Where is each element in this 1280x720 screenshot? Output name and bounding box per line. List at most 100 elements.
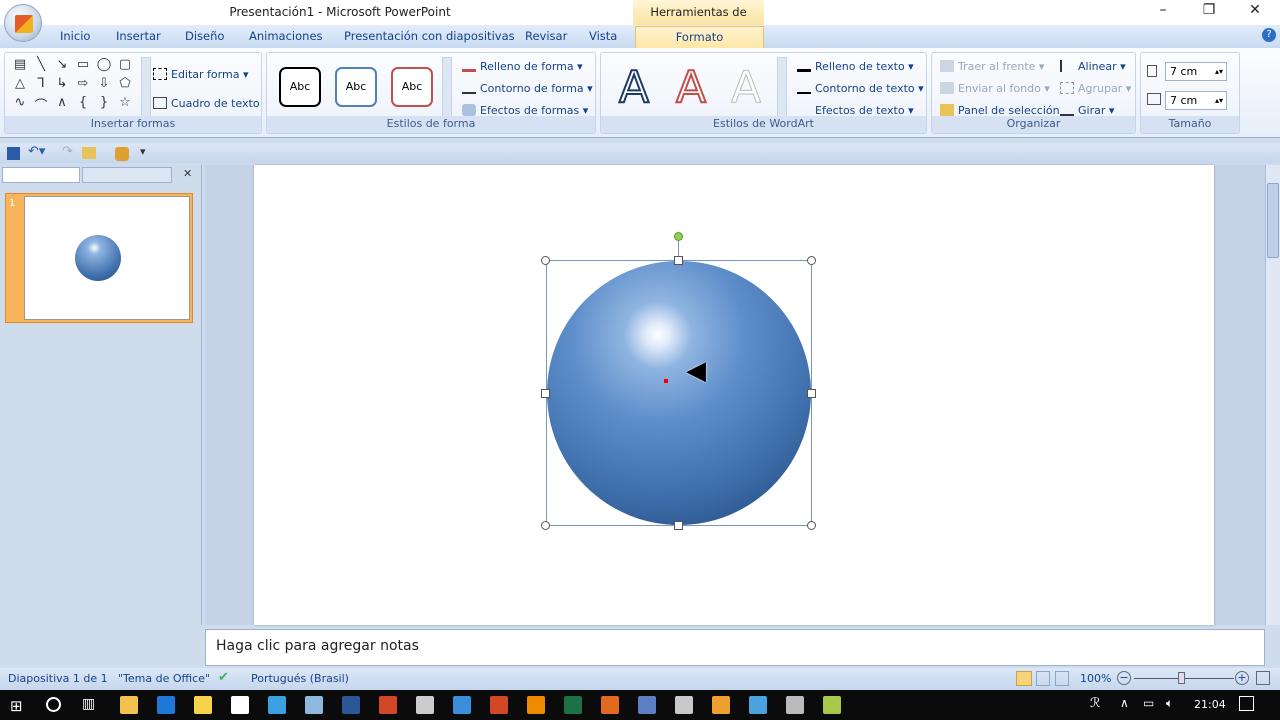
tray-chevron-icon[interactable]: ∧	[1120, 696, 1129, 710]
clock[interactable]: 21:04	[1194, 698, 1226, 711]
shape-option[interactable]: ▢	[115, 57, 135, 75]
slide-thumbnail[interactable]: 1	[5, 193, 193, 323]
windows-start-icon[interactable]: ⊞	[10, 697, 23, 715]
maximize-button[interactable]: ❐	[1186, 2, 1232, 22]
fit-window-icon[interactable]	[1256, 671, 1270, 685]
resize-handle[interactable]	[807, 389, 816, 398]
taskbar-powerpoint-icon[interactable]	[490, 696, 508, 714]
taskbar-office-icon[interactable]	[379, 696, 397, 714]
language[interactable]: Portugués (Brasil)	[251, 672, 349, 685]
close-button[interactable]: ✕	[1232, 2, 1278, 22]
shape-option[interactable]: ⅂	[31, 76, 51, 94]
zoom-in-button[interactable]: +	[1235, 671, 1249, 685]
shape-style-blue[interactable]: Abc	[335, 67, 377, 107]
new-slide-icon[interactable]	[82, 147, 96, 159]
taskbar-vlc-icon[interactable]	[527, 696, 545, 714]
redo-icon[interactable]: ↷	[62, 144, 73, 159]
cortana-icon[interactable]	[46, 697, 61, 712]
taskbar-word-icon[interactable]	[342, 696, 360, 714]
tab-revisar[interactable]: Revisar	[525, 29, 567, 43]
taskbar-app7-icon[interactable]	[823, 696, 841, 714]
shape-option[interactable]: ∧	[52, 95, 72, 117]
zoom-slider-thumb[interactable]	[1178, 672, 1185, 684]
shape-option[interactable]: ☆	[115, 95, 135, 117]
shape-option[interactable]: ⌒	[31, 95, 51, 117]
taskbar-word2-icon[interactable]	[638, 696, 656, 714]
shape-option[interactable]: ◯	[94, 57, 114, 75]
gallery-scroll[interactable]	[777, 57, 787, 117]
rotation-handle[interactable]	[674, 232, 683, 241]
taskbar-app3-icon[interactable]	[675, 696, 693, 714]
alinear-button[interactable]: Alinear ▾	[1060, 60, 1126, 73]
taskbar-app4-icon[interactable]	[712, 696, 730, 714]
gallery-scroll[interactable]	[442, 57, 452, 117]
relleno-texto-button[interactable]: Relleno de texto ▾	[797, 60, 914, 73]
vertical-scrollbar[interactable]	[1265, 165, 1280, 625]
resize-handle[interactable]	[807, 256, 816, 265]
zoom-out-button[interactable]: −	[1117, 671, 1131, 685]
resize-handle[interactable]	[807, 521, 816, 530]
contorno-forma-button[interactable]: Contorno de forma ▾	[462, 82, 593, 95]
tab-presentacion[interactable]: Presentación con diapositivas	[344, 29, 515, 43]
taskbar-notepad-icon[interactable]	[305, 696, 323, 714]
taskbar-tool-icon[interactable]	[416, 696, 434, 714]
scroll-thumb[interactable]	[1267, 183, 1279, 258]
wordart-style-red[interactable]: A	[664, 64, 718, 112]
office-button[interactable]	[4, 4, 42, 42]
shape-option[interactable]: ▤	[10, 57, 30, 75]
tab-inicio[interactable]: Inicio	[60, 29, 90, 43]
minimize-button[interactable]: –	[1140, 2, 1186, 22]
taskbar-explorer-icon[interactable]	[120, 696, 138, 714]
width-input[interactable]: 7 cm ▴▾	[1165, 91, 1227, 110]
taskbar-app-icon[interactable]	[268, 696, 286, 714]
resize-handle[interactable]	[541, 389, 550, 398]
spellcheck-icon[interactable]: ✔	[218, 670, 229, 685]
sorter-view-icon[interactable]	[1036, 671, 1050, 686]
taskbar-app6-icon[interactable]	[786, 696, 804, 714]
taskbar-desktop-icon[interactable]	[453, 696, 471, 714]
zoom-level[interactable]: 100%	[1080, 672, 1111, 685]
relleno-forma-button[interactable]: Relleno de forma ▾	[462, 60, 583, 73]
height-input[interactable]: 7 cm ▴▾	[1165, 62, 1227, 81]
tab-animaciones[interactable]: Animaciones	[249, 29, 323, 43]
task-view-icon[interactable]: ▥	[82, 696, 95, 712]
save-icon[interactable]	[7, 147, 20, 160]
shape-option[interactable]: ⇩	[94, 76, 114, 94]
close-pane-icon[interactable]: ✕	[183, 167, 192, 180]
resize-handle[interactable]	[541, 256, 550, 265]
taskbar-store-icon[interactable]	[194, 696, 212, 714]
shape-option[interactable]: ⬠	[115, 76, 135, 94]
tab-diseno[interactable]: Diseño	[185, 29, 224, 43]
shape-style-black[interactable]: Abc	[279, 67, 321, 107]
tab-insertar[interactable]: Insertar	[116, 29, 161, 43]
traer-frente-button[interactable]: Traer al frente ▾	[940, 60, 1044, 73]
editar-forma-button[interactable]: Editar forma ▾	[153, 68, 248, 81]
shape-style-red[interactable]: Abc	[391, 67, 433, 107]
tab-outline[interactable]	[82, 167, 172, 183]
spinner-arrows[interactable]: ▴▾	[1215, 63, 1226, 80]
slideshow-view-icon[interactable]	[1055, 671, 1069, 686]
cuadro-texto-button[interactable]: Cuadro de texto	[153, 97, 260, 110]
taskbar-mail-icon[interactable]	[231, 696, 249, 714]
shape-option[interactable]: ∿	[10, 95, 30, 117]
shape-option[interactable]: ↳	[52, 76, 72, 94]
tab-formato[interactable]: Formato	[635, 26, 764, 49]
resize-handle[interactable]	[674, 521, 683, 530]
shape-option[interactable]: △	[10, 76, 30, 94]
shape-option[interactable]: ▭	[73, 57, 93, 75]
taskbar-excel-icon[interactable]	[564, 696, 582, 714]
shape-option[interactable]: ↘	[52, 57, 72, 75]
taskbar-app5-icon[interactable]	[749, 696, 767, 714]
contorno-texto-button[interactable]: Contorno de texto ▾	[797, 82, 924, 95]
resize-handle[interactable]	[541, 521, 550, 530]
undo-icon[interactable]: ↶▾	[28, 144, 45, 159]
resize-handle[interactable]	[674, 256, 683, 265]
gallery-scroll[interactable]	[141, 57, 151, 117]
volume-icon[interactable]: 🔈︎	[1166, 696, 1173, 711]
taskbar-edge-icon[interactable]	[157, 696, 175, 714]
shape-option[interactable]: }	[94, 95, 114, 117]
enviar-fondo-button[interactable]: Enviar al fondo ▾	[940, 82, 1050, 95]
network-icon[interactable]: ▭	[1143, 696, 1154, 710]
help-icon[interactable]: ?	[1262, 28, 1276, 42]
taskbar-app2-icon[interactable]	[601, 696, 619, 714]
